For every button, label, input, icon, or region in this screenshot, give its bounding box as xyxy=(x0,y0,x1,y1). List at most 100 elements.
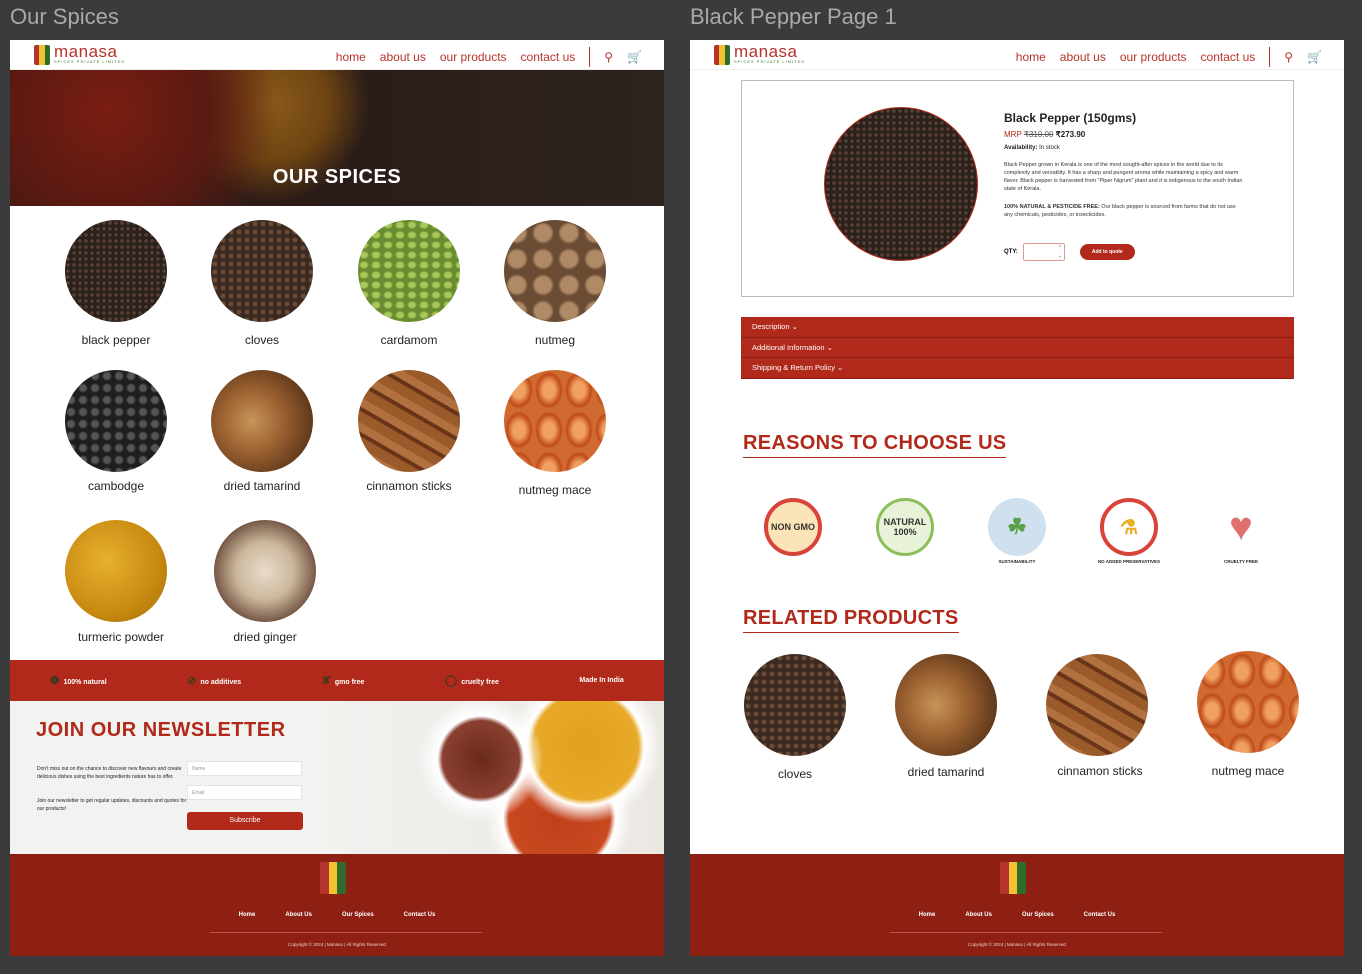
cruelty-free-icon: ◯ xyxy=(444,675,458,687)
brand-tagline: SPICES PRIVATE LIMITED xyxy=(734,59,806,64)
spice-image-turmeric-powder[interactable] xyxy=(65,520,167,622)
related-image-nutmeg-mace[interactable] xyxy=(1197,651,1299,753)
frame-label: Our Spices xyxy=(10,4,119,29)
subscribe-button[interactable]: Subscribe xyxy=(187,812,303,830)
related-image-cloves[interactable] xyxy=(744,654,846,756)
spice-label[interactable]: nutmeg xyxy=(480,333,630,347)
related-image-dried-tamarind[interactable] xyxy=(895,654,997,756)
copyright: Copyright © 2024 | Manasa | All Rights R… xyxy=(968,942,1066,947)
footer-logo-icon xyxy=(1000,862,1026,894)
qty-stepper[interactable]: ⌃ ⌄ xyxy=(1022,243,1065,261)
spice-label[interactable]: cloves xyxy=(187,333,337,347)
footer-link-spices[interactable]: Our Spices xyxy=(1022,912,1054,918)
name-input[interactable]: Name xyxy=(187,761,302,776)
availability: In stock xyxy=(1039,145,1060,151)
footer-logo-icon xyxy=(320,862,346,894)
product-description: Black Pepper grown in Kerala is one of t… xyxy=(1004,162,1243,192)
accordion-additional-info[interactable]: Additional Information ⌄ xyxy=(741,338,1294,358)
footer: Home About Us Our Spices Contact Us Copy… xyxy=(690,854,1344,956)
cart-icon[interactable]: 🛒 xyxy=(627,50,642,64)
leaf-icon: ❁ xyxy=(50,675,60,687)
frame-label: Black Pepper Page 1 xyxy=(690,4,897,29)
spice-label[interactable]: cardamom xyxy=(334,333,484,347)
logo[interactable]: manasa SPICES PRIVATE LIMITED xyxy=(34,43,126,65)
spice-image-nutmeg-mace[interactable] xyxy=(504,370,606,472)
header: manasa SPICES PRIVATE LIMITED home about … xyxy=(690,40,1344,70)
product-page-frame: manasa SPICES PRIVATE LIMITED home about … xyxy=(690,40,1344,956)
non-gmo-icon: NON GMO xyxy=(764,498,822,556)
nav-contact[interactable]: contact us xyxy=(1201,50,1256,64)
reason-sustainability: ☘ SUSTAINABILITY xyxy=(972,498,1062,564)
spices-page-frame: manasa SPICES PRIVATE LIMITED home about … xyxy=(10,40,664,956)
cruelty-free-icon: ♥ xyxy=(1229,504,1253,549)
footer: Home About Us Our Spices Contact Us Copy… xyxy=(10,854,664,956)
add-to-quote-button[interactable]: Add to quote xyxy=(1079,244,1135,260)
spice-image-cardamom[interactable] xyxy=(358,220,460,322)
no-preservatives-icon: ⚗ xyxy=(1100,498,1158,556)
spice-image-black-pepper[interactable] xyxy=(65,220,167,322)
spice-label[interactable]: turmeric powder xyxy=(46,630,196,644)
spice-image-nutmeg[interactable] xyxy=(504,220,606,322)
no-additives-icon: ⊘ xyxy=(187,675,197,687)
search-icon[interactable]: ⚲ xyxy=(1284,50,1293,64)
accordion-description[interactable]: Description ⌄ xyxy=(741,317,1294,338)
related-label[interactable]: cloves xyxy=(720,767,870,781)
nav-products[interactable]: our products xyxy=(1120,50,1187,64)
email-input[interactable]: Email xyxy=(187,785,302,800)
related-image-cinnamon-sticks[interactable] xyxy=(1046,654,1148,756)
footer-divider xyxy=(210,932,482,933)
footer-link-contact[interactable]: Contact Us xyxy=(1084,912,1116,918)
footer-link-contact[interactable]: Contact Us xyxy=(404,912,436,918)
product-image xyxy=(824,107,978,261)
footer-link-home[interactable]: Home xyxy=(919,912,936,918)
copyright: Copyright © 2024 | Manasa | All Rights R… xyxy=(288,942,386,947)
footer-link-about[interactable]: About Us xyxy=(965,912,992,918)
reason-natural: NATURAL 100% xyxy=(860,498,950,559)
feature-natural: ❁ 100% natural xyxy=(50,675,107,687)
product-title: Black Pepper (150gms) xyxy=(1004,111,1137,125)
related-title: RELATED PRODUCTS xyxy=(743,607,959,633)
spice-label[interactable]: dried ginger xyxy=(190,630,340,644)
footer-link-home[interactable]: Home xyxy=(239,912,256,918)
spice-label[interactable]: dried tamarind xyxy=(187,479,337,493)
product-accordion: Description ⌄ Additional Information ⌄ S… xyxy=(741,317,1294,379)
related-label[interactable]: cinnamon sticks xyxy=(1025,764,1175,778)
feature-gmo-free: ✘ gmo free xyxy=(321,675,365,687)
nav-home[interactable]: home xyxy=(336,50,366,64)
accordion-shipping[interactable]: Shipping & Return Policy ⌄ xyxy=(741,358,1294,379)
reason-non-gmo: NON GMO xyxy=(748,498,838,559)
spice-image-dried-ginger[interactable] xyxy=(214,520,316,622)
sustainability-icon: ☘ xyxy=(988,498,1046,556)
related-label[interactable]: dried tamarind xyxy=(871,765,1021,779)
spice-label[interactable]: cinnamon sticks xyxy=(334,479,484,493)
nav-about[interactable]: about us xyxy=(1060,50,1106,64)
spice-label[interactable]: black pepper xyxy=(41,333,191,347)
search-icon[interactable]: ⚲ xyxy=(604,50,613,64)
mrp-label: MRP xyxy=(1004,130,1022,139)
nav-contact[interactable]: contact us xyxy=(521,50,576,64)
nav: home about us our products contact us ⚲ … xyxy=(336,47,642,67)
spice-image-cambodge[interactable] xyxy=(65,370,167,472)
nav-divider xyxy=(1269,47,1271,67)
brand-tagline: SPICES PRIVATE LIMITED xyxy=(54,59,126,64)
nav-products[interactable]: our products xyxy=(440,50,507,64)
nav-about[interactable]: about us xyxy=(380,50,426,64)
logo[interactable]: manasa SPICES PRIVATE LIMITED xyxy=(714,43,806,65)
newsletter-section: JOIN OUR NEWSLETTER Don't miss out on th… xyxy=(10,701,664,854)
footer-link-spices[interactable]: Our Spices xyxy=(342,912,374,918)
footer-link-about[interactable]: About Us xyxy=(285,912,312,918)
reason-no-preservatives: ⚗ NO ADDED PRESERVATIVES xyxy=(1084,498,1174,564)
nav-home[interactable]: home xyxy=(1016,50,1046,64)
related-label[interactable]: nutmeg mace xyxy=(1173,764,1323,778)
old-price: ₹310.00 xyxy=(1023,130,1054,139)
spice-label[interactable]: cambodge xyxy=(41,479,191,493)
cart-icon[interactable]: 🛒 xyxy=(1307,50,1322,64)
feature-made-in-india: Made In India xyxy=(579,677,624,684)
spice-image-cloves[interactable] xyxy=(211,220,313,322)
spice-image-cinnamon-sticks[interactable] xyxy=(358,370,460,472)
feature-cruelty-free: ◯ cruelty free xyxy=(444,675,499,687)
nav-divider xyxy=(589,47,591,67)
spice-label[interactable]: nutmeg mace xyxy=(480,483,630,497)
spice-image-dried-tamarind[interactable] xyxy=(211,370,313,472)
natural-100-icon: NATURAL 100% xyxy=(876,498,934,556)
